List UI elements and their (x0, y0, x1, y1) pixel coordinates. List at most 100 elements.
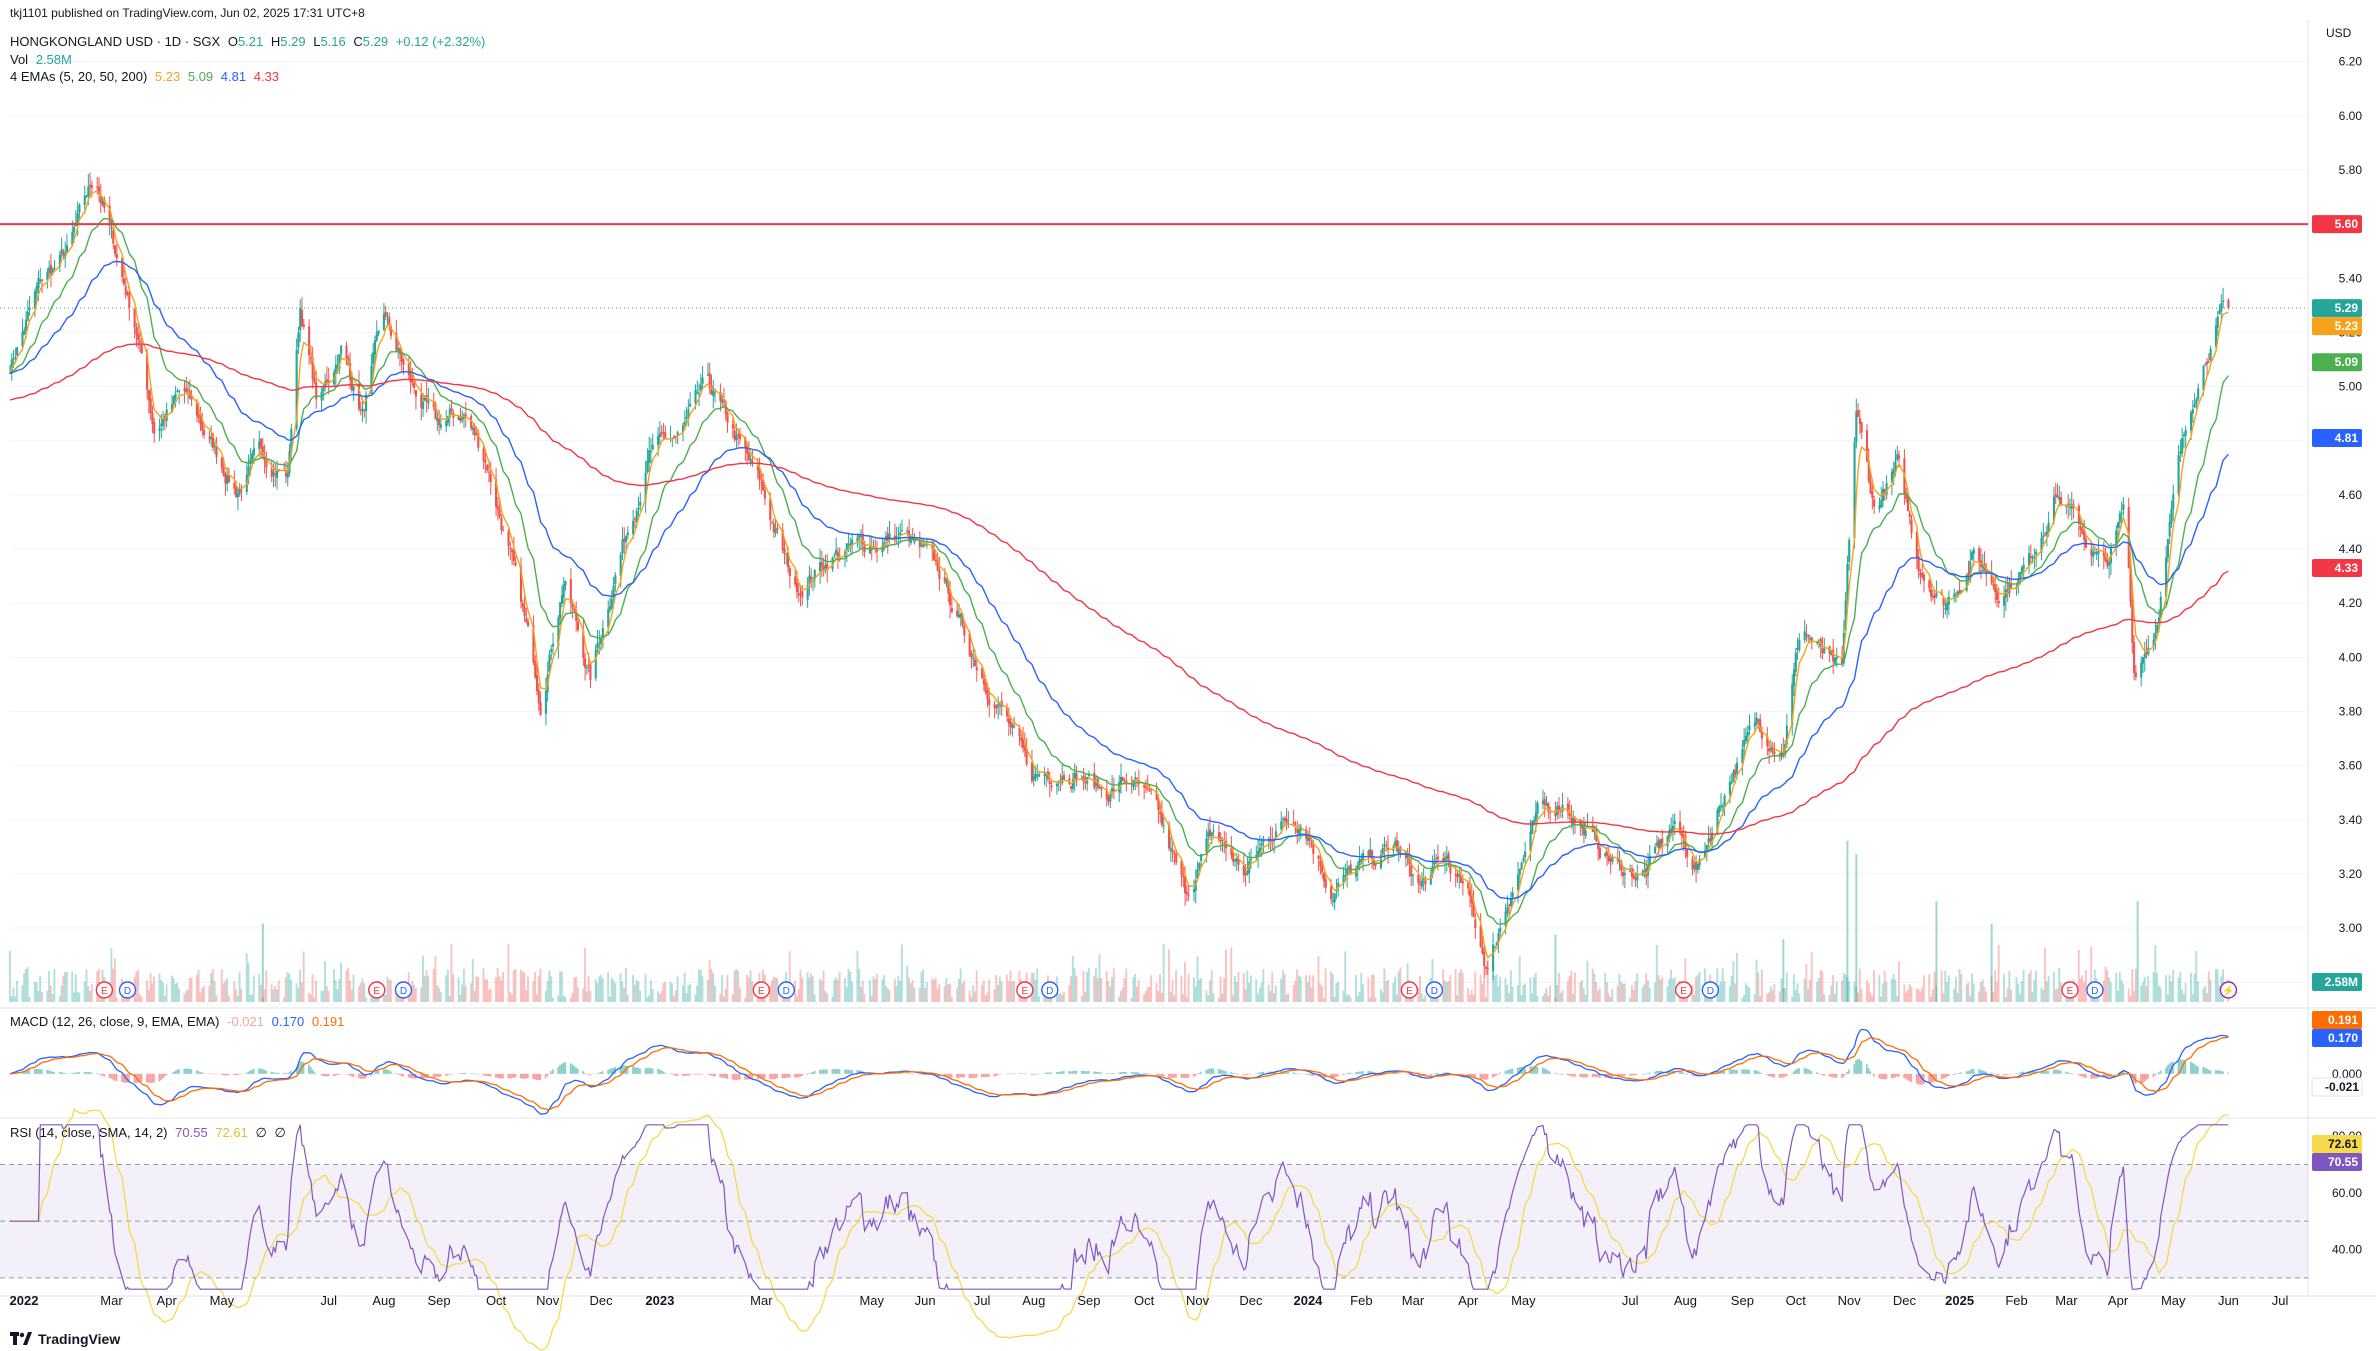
volume-bar (1755, 959, 1758, 1002)
volume-bar (414, 988, 417, 1002)
volume-bar (2202, 988, 2205, 1002)
volume-bar (685, 993, 688, 1002)
volume-bar (382, 994, 385, 1002)
macd-histogram-bar (1038, 1073, 1040, 1075)
macd-histogram-bar (83, 1071, 86, 1074)
macd-histogram-bar (174, 1070, 177, 1074)
macd-histogram-bar (1397, 1073, 1400, 1074)
volume-bar (213, 980, 216, 1002)
macd-histogram-bar (1493, 1073, 1496, 1077)
volume-bar (74, 974, 77, 1002)
macd-histogram-bar (211, 1073, 214, 1075)
volume-bar (1061, 994, 1064, 1002)
macd-histogram-bar (1484, 1073, 1487, 1080)
volume-bar (1160, 992, 1163, 1002)
macd-histogram-bar (1771, 1073, 1774, 1078)
macd-histogram-bar (988, 1073, 990, 1077)
volume-bar (557, 995, 560, 1002)
macd-histogram-bar (409, 1073, 412, 1079)
macd-histogram-bar (1965, 1071, 1968, 1074)
volume-bar (1618, 973, 1621, 1002)
volume-bar (1881, 983, 1884, 1002)
volume-bar (1865, 979, 1868, 1002)
time-tick-label: 2024 (1293, 1293, 1323, 1308)
macd-histogram-bar (1043, 1073, 1046, 1074)
macd-histogram-bar (1559, 1073, 1562, 1075)
volume-bar (1130, 997, 1133, 1002)
macd-histogram-bar (46, 1069, 49, 1074)
macd-histogram-bar (1499, 1072, 1501, 1074)
volume-bar (1269, 991, 1272, 1002)
volume-bar (1579, 981, 1582, 1002)
volume-bar (886, 987, 889, 1002)
symbol-legend[interactable]: HONGKONGLAND USD · 1D · SGX O5.21 H5.29 … (10, 34, 489, 49)
volume-bar (820, 980, 823, 1002)
volume-bar (459, 994, 462, 1002)
volume-bar (2165, 975, 2167, 1002)
volume-bar (826, 993, 829, 1002)
volume-bar (258, 974, 261, 1002)
volume-bar (884, 985, 887, 1002)
volume-bar (1611, 989, 1614, 1002)
macd-histogram-bar (1442, 1072, 1444, 1074)
macd-histogram-bar (48, 1070, 50, 1074)
volume-bar (445, 975, 448, 1002)
volume-bar (2168, 974, 2171, 1002)
rsi-legend[interactable]: RSI (14, close, SMA, 14, 2) 70.55 72.61 … (10, 1125, 290, 1141)
volume-bar (1584, 994, 1587, 1002)
volume-bar (1981, 979, 1984, 1002)
macd-histogram-bar (1940, 1073, 1943, 1080)
volume-bar (676, 976, 679, 1002)
candle-body (1436, 856, 1439, 860)
macd-histogram-bar (1023, 1073, 1026, 1075)
volume-bar (457, 977, 460, 1002)
volume-bar (544, 990, 547, 1002)
macd-histogram-bar (785, 1073, 787, 1078)
volume-bar (899, 980, 902, 1002)
volume-bar (651, 988, 654, 1002)
macd-histogram-bar (1744, 1069, 1747, 1074)
ema-legend[interactable]: 4 EMAs (5, 20, 50, 200) 5.23 5.09 4.81 4… (10, 69, 283, 84)
candle-body (297, 332, 300, 348)
macd-histogram-bar (1791, 1073, 1793, 1074)
volume-badge: 2.58M (2325, 975, 2358, 989)
macd-histogram-bar (2165, 1067, 2167, 1074)
candle-body (1584, 830, 1587, 837)
volume-bar (338, 978, 341, 1002)
chart-canvas[interactable]: EDEDEDEDEDEDED⚡ 6.206.005.805.605.405.20… (0, 0, 2376, 1351)
macd-legend[interactable]: MACD (12, 26, close, 9, EMA, EMA) -0.021… (10, 1014, 348, 1029)
macd-histogram-bar (1582, 1073, 1585, 1078)
macd-histogram-bar (39, 1069, 41, 1074)
candle-body (1654, 847, 1657, 854)
macd-histogram-bar (1080, 1070, 1083, 1074)
currency-label[interactable]: USD (2326, 26, 2355, 40)
volume-bar (1641, 987, 1644, 1002)
macd-histogram-bar (1556, 1073, 1558, 1074)
candle-body (2035, 551, 2038, 555)
macd-histogram-bar (309, 1066, 312, 1074)
macd-histogram-bar (1260, 1072, 1263, 1074)
macd-histogram-bar (1981, 1070, 1984, 1074)
macd-histogram-bar (575, 1067, 577, 1074)
volume-bar (274, 985, 277, 1002)
macd-histogram-bar (1632, 1073, 1635, 1076)
volume-legend[interactable]: Vol 2.58M (10, 52, 76, 67)
volume-bar (1162, 944, 1165, 1002)
candle-body (900, 530, 904, 532)
candle-body (1522, 858, 1525, 861)
macd-histogram-bar (1821, 1073, 1824, 1076)
macd-histogram-bar (600, 1072, 602, 1074)
macd-histogram-bar (550, 1071, 552, 1074)
volume-bar (1075, 975, 1078, 1002)
macd-histogram-bar (1000, 1073, 1003, 1075)
macd-histogram-bar (1045, 1072, 1047, 1074)
macd-histogram-bar (2177, 1059, 2180, 1074)
candle-body (1210, 832, 1213, 837)
tradingview-logo[interactable]: TradingView (10, 1331, 120, 1347)
volume-bar (1182, 993, 1185, 1002)
macd-histogram-bar (1917, 1073, 1920, 1085)
volume-bar (1346, 995, 1348, 1002)
volume-bar (843, 978, 846, 1002)
volume-bar (1499, 976, 1502, 1002)
candle-body (197, 414, 200, 418)
